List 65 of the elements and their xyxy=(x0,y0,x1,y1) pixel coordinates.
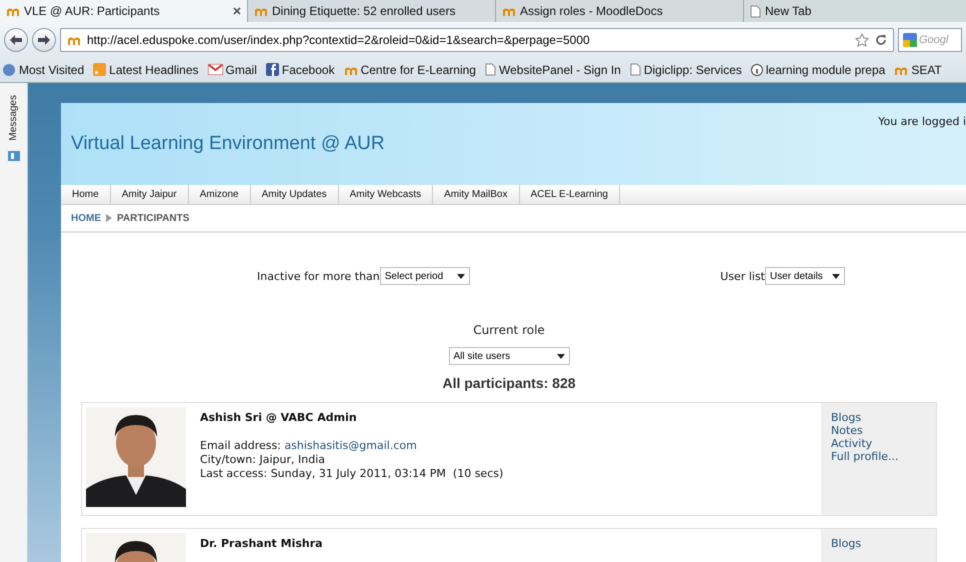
browser-tab[interactable]: Assign roles - MoodleDocs xyxy=(496,0,744,22)
facebook-icon xyxy=(266,63,279,76)
menu-link[interactable]: Amity Webcasts xyxy=(338,185,434,204)
bookmark-label: Facebook xyxy=(282,62,335,76)
back-arrow-icon xyxy=(9,34,23,46)
participant-name[interactable]: Ashish Sri @ VABC Admin xyxy=(200,411,821,424)
menu-link[interactable]: Amizone xyxy=(188,185,251,204)
separator-icon xyxy=(106,214,112,222)
forward-button[interactable] xyxy=(32,28,56,52)
caret-icon xyxy=(556,354,564,358)
login-status: You are logged i xyxy=(878,115,966,130)
bookmark-link[interactable]: Most Visited xyxy=(2,62,84,76)
role-label: Current role xyxy=(473,323,545,337)
bookmark-link[interactable]: Facebook xyxy=(266,62,335,76)
browser-tab[interactable]: VLE @ AUR: Participants xyxy=(0,0,248,22)
envelope-icon xyxy=(208,64,223,75)
participants-heading: All participants: 828 xyxy=(442,375,576,391)
panel-icon xyxy=(8,150,20,161)
profile-link[interactable]: Blogs xyxy=(831,537,926,550)
reload-icon[interactable] xyxy=(875,34,887,46)
caret-icon xyxy=(832,274,840,278)
site-title: Virtual Learning Environment @ AUR xyxy=(71,133,385,156)
detail-text: Last access: Sunday, 31 July 2011, 03:14 PM (10 secs) xyxy=(200,467,504,480)
profile-link[interactable]: Activity xyxy=(831,437,926,450)
user-list-label: User list xyxy=(720,270,765,282)
breadcrumb-link[interactable]: HOME xyxy=(71,212,101,224)
caret-icon xyxy=(456,274,465,278)
user-list-dropdown[interactable]: User details xyxy=(765,267,845,285)
detail-label: Email address: xyxy=(200,439,282,452)
period-dropdown[interactable]: Select period xyxy=(380,267,470,285)
search-field[interactable]: Googl xyxy=(898,28,962,52)
browser-tab[interactable]: Dining Etiquette: 52 enrolled users xyxy=(248,0,496,22)
back-button[interactable] xyxy=(4,28,28,52)
role-dropdown[interactable]: All site users xyxy=(448,347,570,365)
address-bar[interactable]: http://acel.eduspoke.com/user/index.php?contextid=2&roleid=0&id=1&search=&perpage=5000 xyxy=(60,28,894,52)
breadcrumb-link[interactable]: PARTICIPANTS xyxy=(117,212,190,224)
menu-link[interactable]: Amity Updates xyxy=(250,185,339,204)
participant-name[interactable]: Dr. Prashant Mishra xyxy=(200,537,821,550)
menu-link[interactable]: ACEL E-Learning xyxy=(520,185,620,204)
forward-arrow-icon xyxy=(37,34,51,46)
detail-text: City/town: Jaipur, India xyxy=(200,453,326,466)
page-icon xyxy=(630,63,641,76)
page-icon xyxy=(750,4,761,18)
bookmark-label: Gmail xyxy=(226,62,257,76)
close-icon[interactable] xyxy=(233,7,241,15)
browser-tab[interactable]: New Tab xyxy=(744,0,966,22)
bookmark-link[interactable]: SEAT xyxy=(894,62,942,76)
messages-tab[interactable]: Messages xyxy=(8,95,19,141)
bookmark-link[interactable]: Gmail xyxy=(208,62,257,76)
menu-link[interactable]: Amity MailBox xyxy=(433,185,520,204)
search-engine-icon xyxy=(903,32,917,46)
profile-link[interactable]: Blogs xyxy=(831,411,926,424)
page-icon xyxy=(484,63,496,76)
menu-link[interactable]: Home xyxy=(61,185,111,204)
inactive-label: Inactive for more than xyxy=(257,270,380,282)
bookmark-label: Latest Headlines xyxy=(109,62,199,76)
profile-link[interactable]: Full profile... xyxy=(831,450,926,463)
profile-link[interactable]: Notes xyxy=(831,424,926,437)
bookmark-label: Most Visited xyxy=(19,62,84,76)
bookmark-link[interactable]: Latest Headlines xyxy=(93,62,199,76)
info-icon xyxy=(750,64,763,76)
menu-link[interactable]: Amity Jaipur xyxy=(110,185,189,204)
bookmark-label: SEAT xyxy=(911,62,942,76)
email-link[interactable]: ashishasitis@gmail.com xyxy=(284,439,417,452)
rss-icon xyxy=(93,63,106,76)
